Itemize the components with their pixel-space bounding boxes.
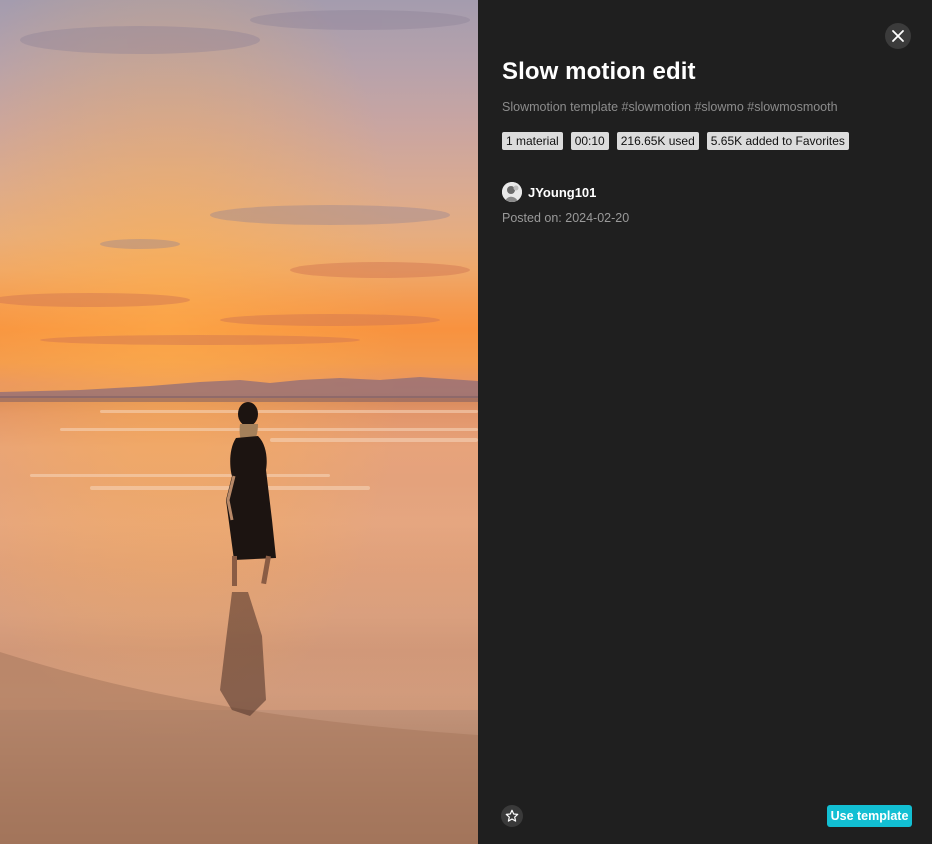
template-description: Slowmotion template #slowmotion #slowmo …	[502, 100, 838, 114]
use-template-button[interactable]: Use template	[827, 805, 912, 827]
close-button[interactable]	[885, 23, 911, 49]
template-detail-modal: Slow motion edit Slowmotion template #sl…	[0, 0, 932, 844]
avatar[interactable]	[502, 182, 522, 202]
favorite-button[interactable]	[501, 805, 523, 827]
posted-date: Posted on: 2024-02-20	[502, 211, 630, 225]
author-info[interactable]: JYoung101	[502, 182, 596, 202]
template-preview-video[interactable]	[0, 0, 478, 844]
usage-count-badge: 216.65K used	[616, 132, 699, 150]
favorites-count-badge: 5.65K added to Favorites	[706, 132, 849, 150]
star-icon	[505, 809, 519, 822]
author-name[interactable]: JYoung101	[528, 185, 596, 200]
preview-scene	[0, 0, 478, 844]
template-details-panel: Slow motion edit Slowmotion template #sl…	[478, 0, 932, 844]
template-stats: 1 material 00:10 216.65K used 5.65K adde…	[502, 132, 849, 150]
avatar-image	[502, 182, 522, 202]
duration-badge: 00:10	[570, 132, 609, 150]
close-icon	[892, 30, 904, 42]
template-title: Slow motion edit	[502, 58, 696, 85]
material-count-badge: 1 material	[502, 132, 563, 150]
